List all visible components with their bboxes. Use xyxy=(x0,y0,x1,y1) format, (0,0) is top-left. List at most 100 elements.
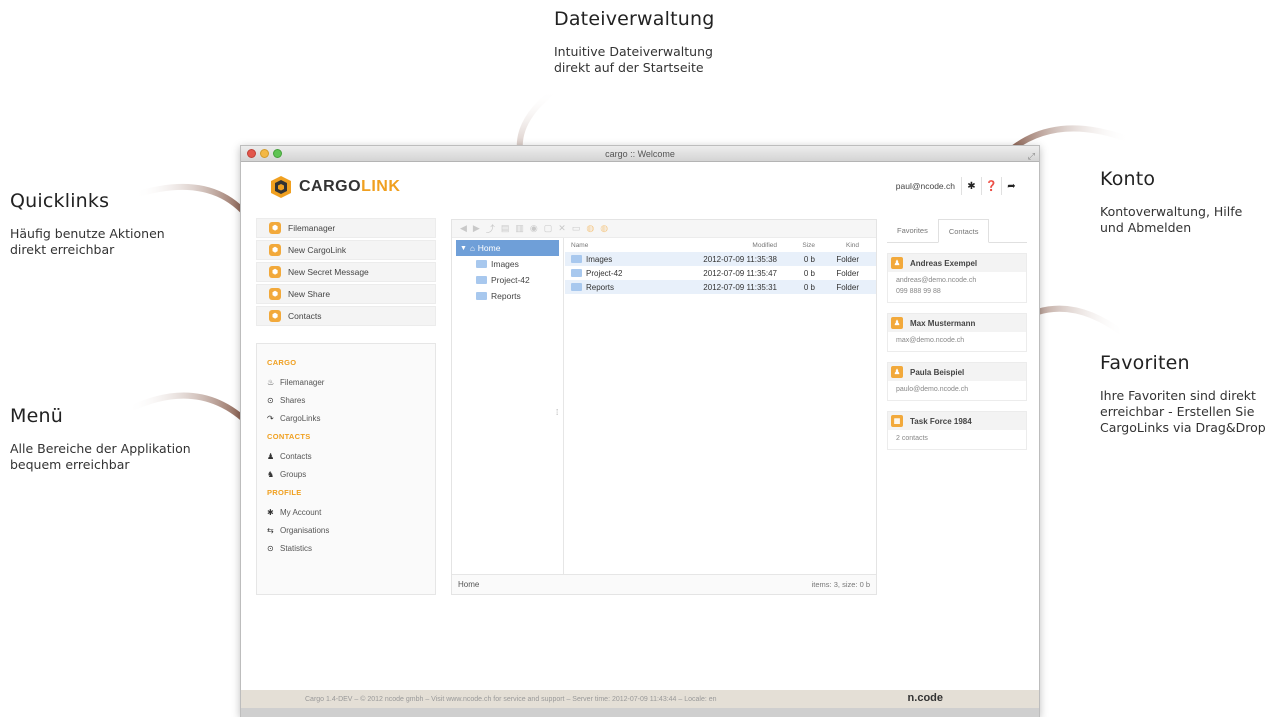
secret-message-icon: ⬢ xyxy=(269,266,281,278)
column-size[interactable]: Size xyxy=(777,242,815,249)
forward-icon[interactable]: ▶ xyxy=(473,223,480,234)
help-icon[interactable]: ❓ xyxy=(981,177,1001,195)
copy-icon[interactable]: ▢ xyxy=(544,223,553,234)
menu-item-label: Shares xyxy=(280,395,306,405)
column-modified[interactable]: Modified xyxy=(677,242,777,249)
contact-name: Andreas Exempel xyxy=(910,258,978,268)
group-icon: ▦ xyxy=(891,415,903,427)
annotation-desc: direkt auf der Startseite xyxy=(554,60,704,75)
menu-item-label: Organisations xyxy=(280,525,330,535)
contact-card-body: andreas@demo.ncode.ch 099 888 99 88 xyxy=(888,272,1026,302)
menu-item-label: CargoLinks xyxy=(280,413,321,423)
new-folder-icon[interactable]: ▤ xyxy=(501,223,510,234)
window-controls xyxy=(247,149,282,158)
view-icon[interactable]: ◉ xyxy=(530,223,538,234)
gear-icon[interactable]: ✱ xyxy=(961,177,981,195)
contact-card-body: paulo@demo.ncode.ch xyxy=(888,381,1026,400)
group-card-body: 2 contacts xyxy=(888,430,1026,449)
cargolink-icon: ⬢ xyxy=(269,244,281,256)
file-list: Name Modified Size Kind Images 2012-07-0… xyxy=(565,238,876,294)
annotation-title: Favoriten xyxy=(1100,352,1190,374)
expand-icon[interactable]: ▼ xyxy=(460,245,467,252)
menu-item-my-account[interactable]: ✱ My Account xyxy=(267,503,425,521)
folder-icon xyxy=(571,283,582,291)
quicklink-new-share[interactable]: ⬢ New Share xyxy=(256,284,436,304)
fullscreen-icon[interactable]: ⤢ xyxy=(1028,148,1035,164)
file-name: Reports xyxy=(586,282,615,292)
annotation-desc: Ihre Favoriten sind direkt xyxy=(1100,388,1256,403)
table-row[interactable]: Reports 2012-07-09 11:35:31 0 b Folder xyxy=(565,280,876,294)
account-bar: paul@ncode.ch ✱ ❓ ➦ xyxy=(896,177,1021,195)
folder-icon xyxy=(476,276,487,284)
annotation-dateiverwaltung: Dateiverwaltung Intuitive Dateiverwaltun… xyxy=(554,8,774,76)
minimize-window-button[interactable] xyxy=(260,149,269,158)
logo-text-link: LINK xyxy=(361,178,401,195)
filemanager-icon: ⬢ xyxy=(269,222,281,234)
cell-modified: 2012-07-09 11:35:38 xyxy=(703,254,777,264)
back-icon[interactable]: ◀ xyxy=(460,223,467,234)
contact-card[interactable]: ♟ Max Mustermann max@demo.ncode.ch xyxy=(887,313,1027,352)
cargolink-logo[interactable]: CARGOLINK xyxy=(269,175,400,199)
tree-item-images[interactable]: Images xyxy=(452,256,563,272)
quicklink-new-cargolink[interactable]: ⬢ New CargoLink xyxy=(256,240,436,260)
tree-item-project-42[interactable]: Project-42 xyxy=(452,272,563,288)
contact-card[interactable]: ♟ Andreas Exempel andreas@demo.ncode.ch 0… xyxy=(887,253,1027,303)
folder-icon xyxy=(476,292,487,300)
cell-kind: Folder xyxy=(836,268,859,278)
contact-card[interactable]: ♟ Paula Beispiel paulo@demo.ncode.ch xyxy=(887,362,1027,401)
annotation-desc: und Abmelden xyxy=(1100,220,1192,235)
ncode-logo[interactable]: n.code xyxy=(908,692,943,704)
tree-item-home[interactable]: ▼ ⌂ Home xyxy=(456,240,559,256)
account-email[interactable]: paul@ncode.ch xyxy=(896,181,955,191)
tab-contacts[interactable]: Contacts xyxy=(937,219,990,243)
menu-item-shares[interactable]: ⊙ Shares xyxy=(267,391,425,409)
annotation-desc: erreichbar - Erstellen Sie xyxy=(1100,404,1255,419)
table-row[interactable]: Images 2012-07-09 11:35:38 0 b Folder xyxy=(565,252,876,266)
tree-item-label: Home xyxy=(477,243,501,253)
menu-item-cargolinks[interactable]: ↷ CargoLinks xyxy=(267,409,425,427)
menu-item-statistics[interactable]: ⊙ Statistics xyxy=(267,539,425,557)
menu-item-filemanager[interactable]: ♨ Filemanager xyxy=(267,373,425,391)
column-kind[interactable]: Kind xyxy=(815,242,867,249)
folder-tree: ▼ ⌂ Home Images Project-42 Reports ⁞ xyxy=(452,238,564,576)
quicklink-filemanager[interactable]: ⬢ Filemanager xyxy=(256,218,436,238)
contact-email: max@demo.ncode.ch xyxy=(896,337,965,344)
cargolink-icon[interactable]: ◍ xyxy=(600,223,608,234)
cell-name: Images xyxy=(565,255,677,264)
tree-item-reports[interactable]: Reports xyxy=(452,288,563,304)
annotation-desc: direkt erreichbar xyxy=(10,242,115,257)
menu-item-groups[interactable]: ♞ Groups xyxy=(267,465,425,483)
share-icon[interactable]: ◍ xyxy=(586,223,594,234)
rename-icon[interactable]: ▭ xyxy=(572,223,581,234)
annotation-title: Dateiverwaltung xyxy=(554,8,715,30)
up-icon[interactable]: ⤴ xyxy=(486,222,495,235)
tree-item-label: Images xyxy=(491,259,519,269)
table-row[interactable]: Project-42 2012-07-09 11:35:47 0 b Folde… xyxy=(565,266,876,280)
maximize-window-button[interactable] xyxy=(273,149,282,158)
splitter-handle[interactable]: ⁞ xyxy=(556,408,558,417)
annotation-quicklinks: Quicklinks Häufig benutze Aktionen direk… xyxy=(10,190,210,258)
contact-email: andreas@demo.ncode.ch xyxy=(896,277,977,284)
annotation-title: Quicklinks xyxy=(10,190,110,212)
quicklink-new-secret-message[interactable]: ⬢ New Secret Message xyxy=(256,262,436,282)
menu-item-contacts[interactable]: ♟ Contacts xyxy=(267,447,425,465)
menu-item-label: Groups xyxy=(280,469,307,479)
quicklink-label: Filemanager xyxy=(288,223,336,233)
window-titlebar[interactable]: cargo :: Welcome ⤢ xyxy=(241,146,1039,162)
quicklink-label: New CargoLink xyxy=(288,245,347,255)
close-window-button[interactable] xyxy=(247,149,256,158)
logout-icon[interactable]: ➦ xyxy=(1001,177,1021,195)
tab-favorites[interactable]: Favorites xyxy=(887,219,938,242)
group-card[interactable]: ▦ Task Force 1984 2 contacts xyxy=(887,411,1027,450)
annotation-desc: Alle Bereiche der Applikation xyxy=(10,441,191,456)
menu-item-organisations[interactable]: ⇆ Organisations xyxy=(267,521,425,539)
quicklink-contacts[interactable]: ⬢ Contacts xyxy=(256,306,436,326)
annotation-desc: Intuitive Dateiverwaltung xyxy=(554,44,713,59)
folder-icon xyxy=(476,260,487,268)
delete-icon[interactable]: ✕ xyxy=(558,223,566,234)
cell-size: 0 b xyxy=(803,254,815,264)
column-name[interactable]: Name xyxy=(565,242,677,249)
menu-item-label: Statistics xyxy=(280,543,313,553)
contact-name: Paula Beispiel xyxy=(910,367,965,377)
upload-icon[interactable]: ▥ xyxy=(515,223,524,234)
